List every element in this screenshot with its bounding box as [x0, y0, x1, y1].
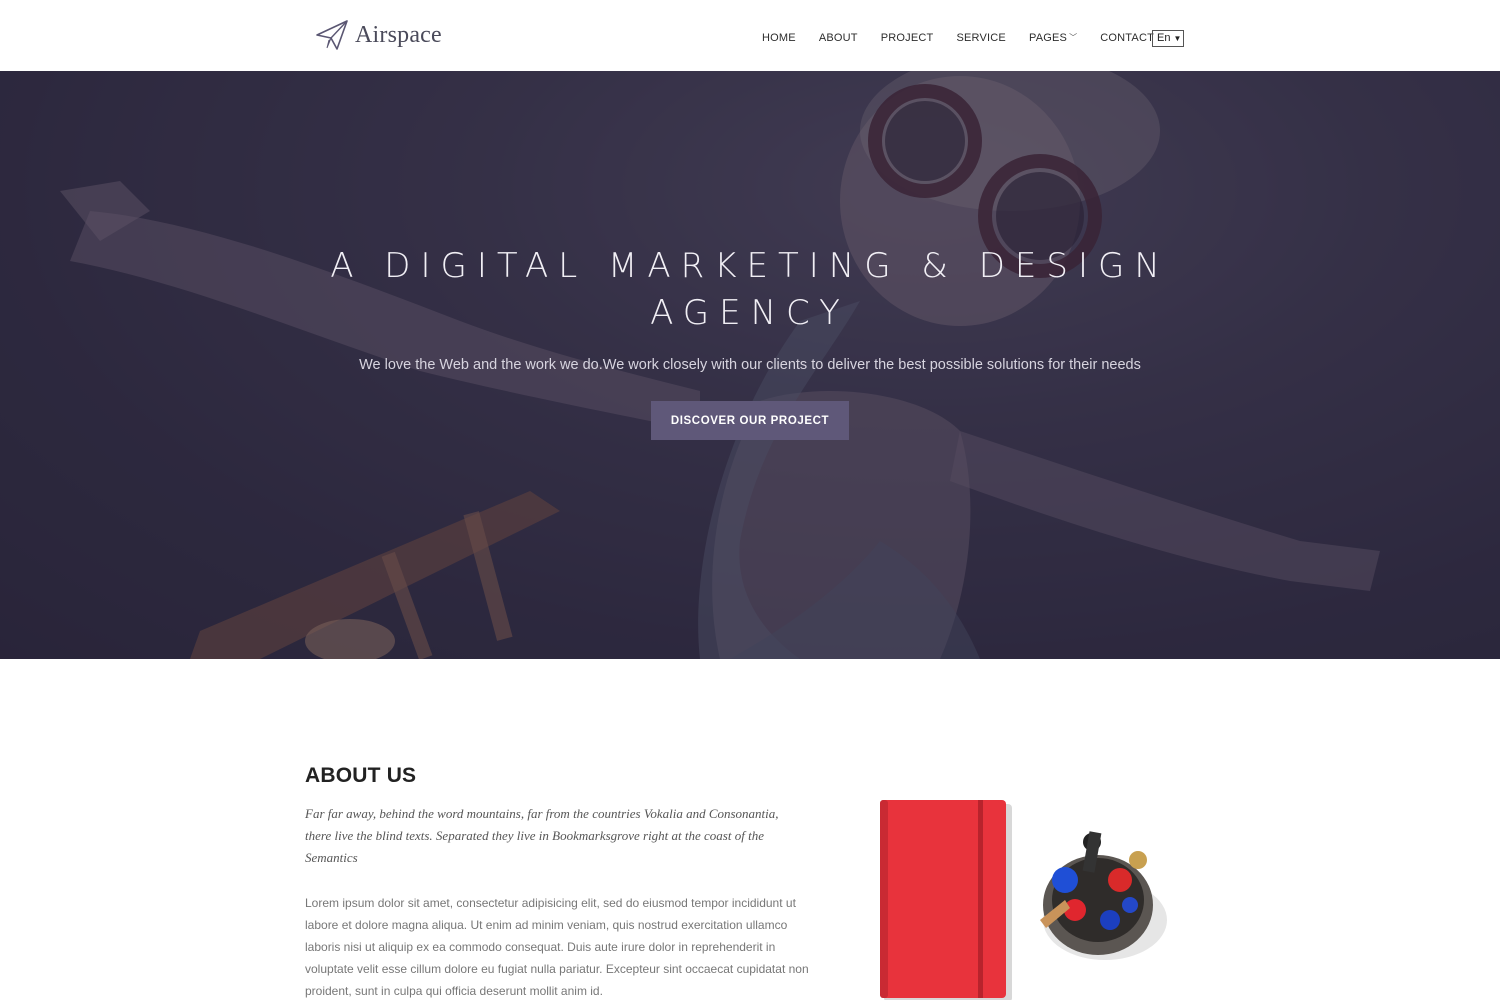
logo[interactable]: Airspace	[315, 18, 442, 52]
about-body: Lorem ipsum dolor sit amet, consectetur …	[305, 896, 809, 998]
brand-name: Airspace	[355, 21, 442, 48]
hero-subtitle: We love the Web and the work we do.We wo…	[359, 357, 1141, 373]
nav-service[interactable]: SERVICE	[956, 32, 1006, 44]
nav-home[interactable]: HOME	[762, 32, 796, 44]
about-quote: Far far away, behind the word mountains,…	[305, 806, 779, 865]
nav-pages-label: PAGES	[1028, 32, 1068, 44]
nav-contact[interactable]: CONTACT	[1100, 32, 1154, 44]
chevron-down-icon: ﹀	[1069, 33, 1078, 42]
notebook-and-pens-image	[880, 800, 1167, 1000]
about-title: ABOUT US	[305, 764, 417, 787]
nav-about[interactable]: ABOUT	[819, 32, 858, 44]
site-header: Airspace HOME ABOUT PROJECT SERVICE PAGE…	[0, 0, 1500, 71]
dropdown-arrow-icon: ▼	[1173, 34, 1182, 43]
paper-plane-icon	[316, 20, 348, 50]
nav-pages[interactable]: PAGES ﹀	[1029, 32, 1077, 44]
discover-project-button[interactable]: DISCOVER OUR PROJECT	[651, 401, 849, 440]
hero-section: A DIGITAL MARKETING & DESIGN AGENCY We l…	[0, 71, 1500, 659]
main-nav: HOME ABOUT PROJECT SERVICE PAGES ﹀ CONTAC…	[762, 32, 1154, 44]
language-value: En	[1157, 32, 1171, 44]
hero-title: A DIGITAL MARKETING & DESIGN AGENCY	[250, 243, 1250, 337]
language-select[interactable]: En ▼	[1152, 30, 1184, 47]
hero-title-line-1: A DIGITAL MARKETING & DESIGN	[330, 246, 1170, 286]
hero-title-line-2: AGENCY	[650, 293, 850, 333]
nav-project[interactable]: PROJECT	[881, 32, 934, 44]
